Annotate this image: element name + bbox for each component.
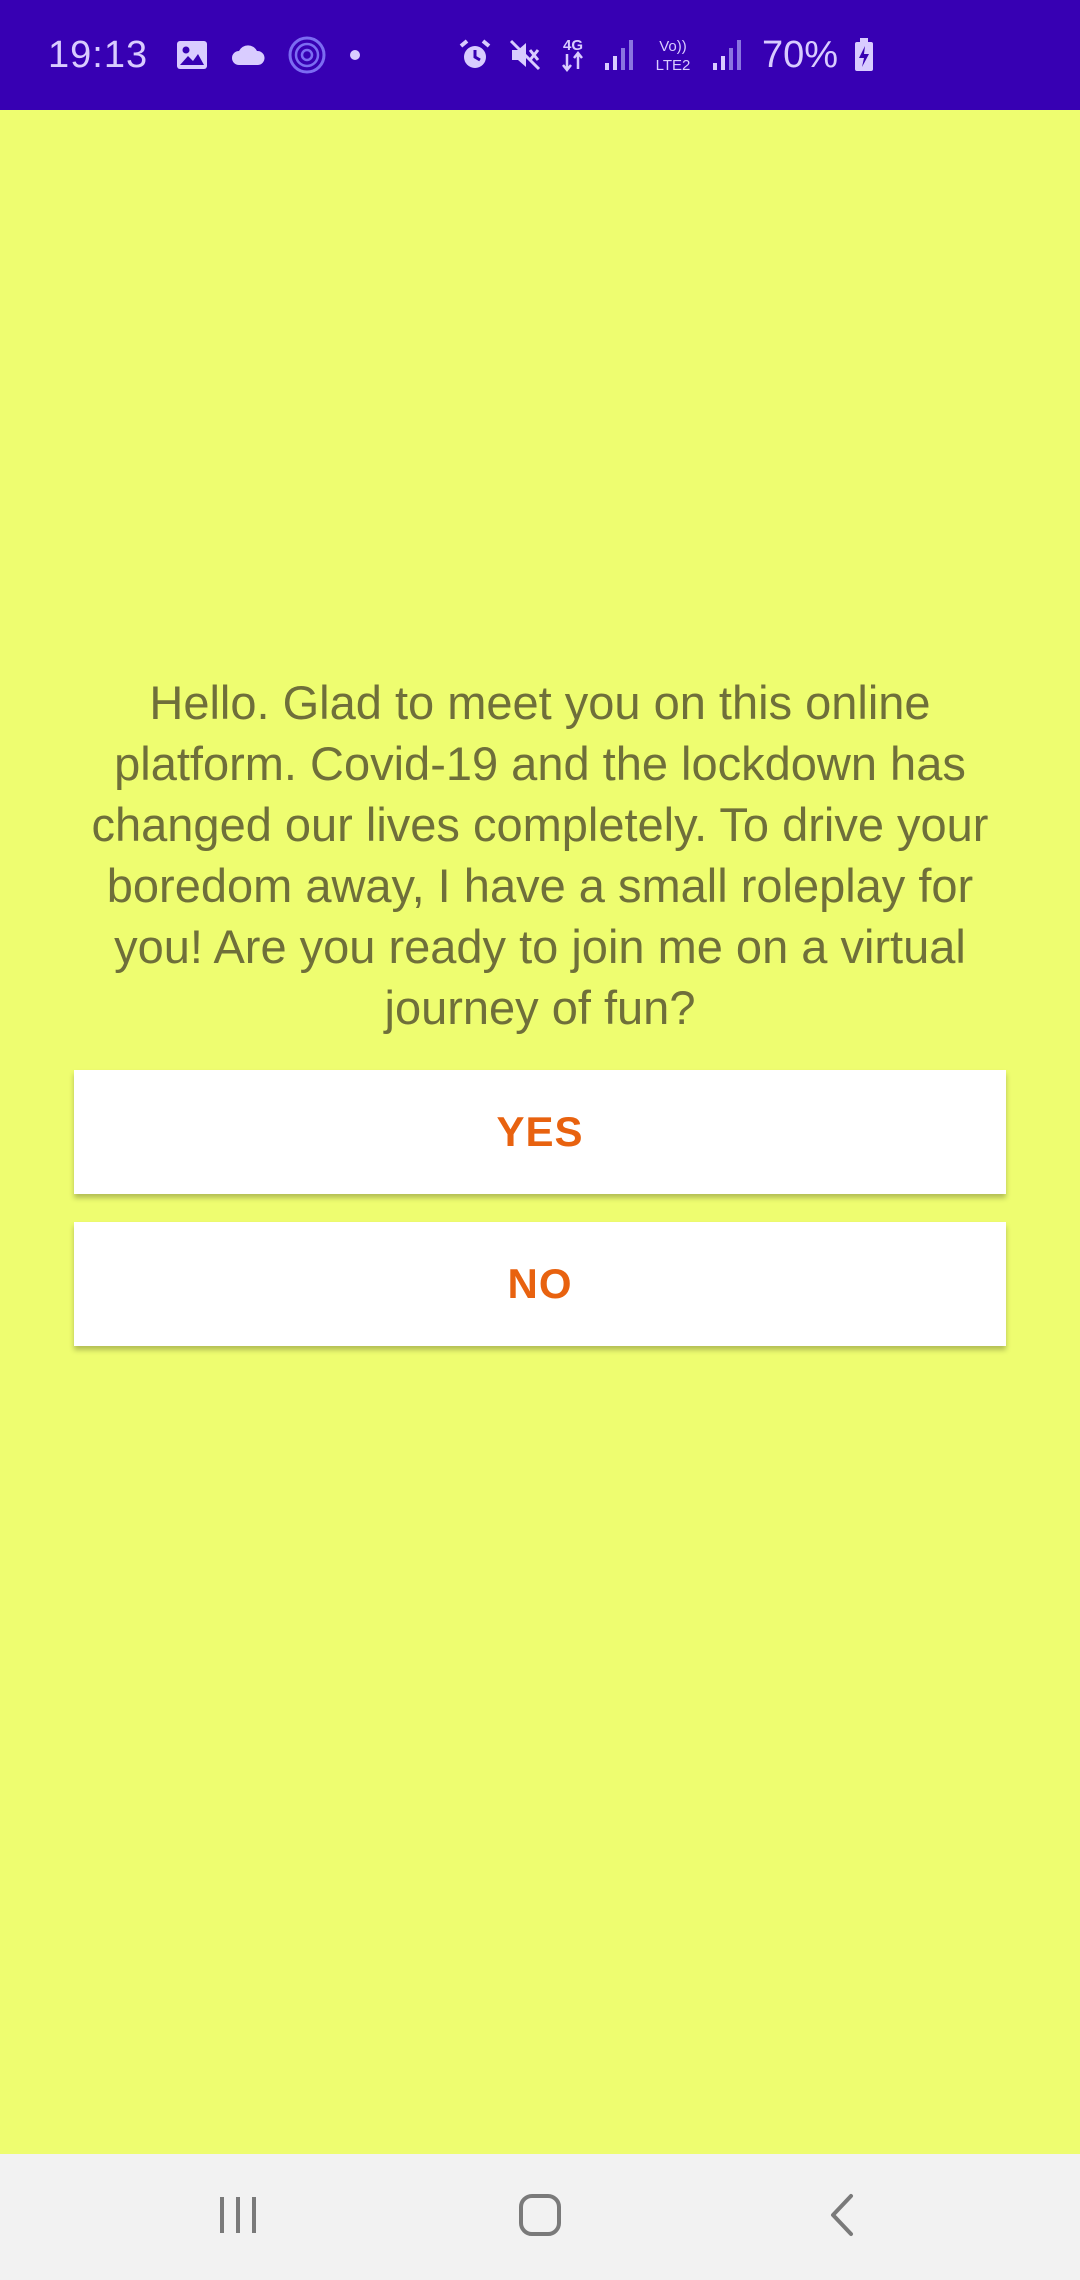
fingerprint-circle-icon bbox=[288, 36, 326, 74]
volte-lte2-icon: Vo)) LTE2 bbox=[650, 35, 696, 75]
back-icon bbox=[827, 2193, 857, 2242]
signal-icon bbox=[604, 39, 634, 71]
welcome-message: Hello. Glad to meet you on this online p… bbox=[91, 676, 989, 1034]
battery-percent: 70% bbox=[762, 33, 839, 76]
network-label: 4G bbox=[563, 37, 583, 54]
navigation-bar bbox=[0, 2154, 1080, 2280]
dot-icon bbox=[348, 48, 362, 62]
back-button[interactable] bbox=[812, 2187, 872, 2247]
status-bar: 19:13 4G Vo)) LTE2 70% bbox=[0, 0, 1080, 110]
4g-data-icon: 4G bbox=[558, 35, 588, 75]
home-button[interactable] bbox=[510, 2187, 570, 2247]
cloud-icon bbox=[230, 43, 266, 67]
recents-button[interactable] bbox=[208, 2187, 268, 2247]
alarm-icon bbox=[458, 38, 492, 72]
signal-2-icon bbox=[712, 39, 742, 71]
mute-icon bbox=[508, 38, 542, 72]
no-button[interactable]: NO bbox=[74, 1222, 1006, 1346]
home-icon bbox=[518, 2193, 562, 2242]
status-time: 19:13 bbox=[48, 33, 149, 76]
volte-label-bottom: LTE2 bbox=[656, 57, 691, 74]
battery-charging-icon bbox=[854, 38, 874, 72]
yes-button[interactable]: YES bbox=[74, 1070, 1006, 1194]
status-bar-left: 19:13 bbox=[48, 34, 362, 77]
gallery-icon bbox=[176, 40, 208, 70]
volte-label-top: Vo)) bbox=[659, 38, 687, 55]
status-bar-right: 4G Vo)) LTE2 70% bbox=[458, 0, 874, 110]
recents-icon bbox=[216, 2195, 260, 2240]
